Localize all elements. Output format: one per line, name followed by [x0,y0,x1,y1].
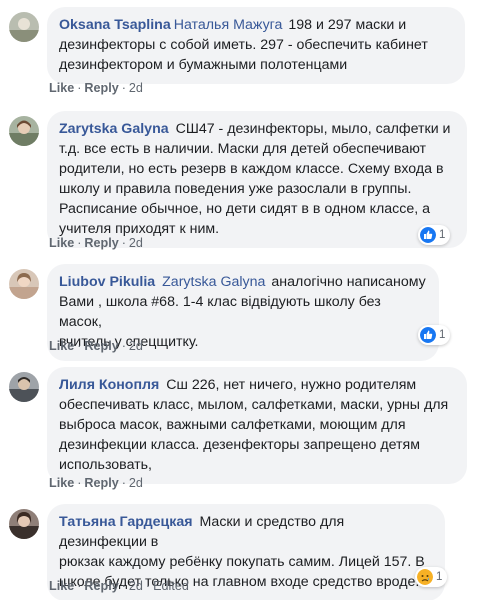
comment-text: Zarytska Galyna СШ47 - дезинфекторы, мыл… [59,119,455,239]
comment-author[interactable]: Татьяна Гардецкая [59,514,193,530]
like-button[interactable]: Like [49,579,74,593]
reaction-count: 1 [439,229,446,241]
comment-line: рюкзак каждому ребёнку покупать самим. Л… [59,554,425,570]
comment-line: выброса масок, важными салфетками, моющи… [59,417,406,433]
like-reaction-icon [420,327,436,343]
comment-author[interactable]: Oksana Tsaplina [59,17,171,33]
comment-timestamp[interactable]: 2d [129,236,143,250]
like-button[interactable]: Like [49,476,74,490]
reaction-badge[interactable]: 1 [418,325,451,345]
separator: · [121,81,126,95]
comment-timestamp[interactable]: 2d [129,579,143,593]
comment-line: обеспечивать класс, мылом, салфетками, м… [59,397,449,413]
comment-author[interactable]: Zarytska Galyna [59,121,169,137]
reaction-count: 1 [439,329,446,341]
separator: · [77,81,82,95]
separator: · [77,339,82,353]
comment-actions: Like · Reply · 2d [49,338,143,354]
reply-button[interactable]: Reply [84,236,118,250]
reaction-badge[interactable]: 1 [418,225,451,245]
comment-line: родители, но есть резерв в каждом классе… [59,161,444,177]
comment-actions: Like · Reply · 2d [49,80,143,96]
comment-timestamp[interactable]: 2d [129,339,143,353]
comment-author[interactable]: Liubov Pikulia [59,274,155,290]
reaction-badge[interactable]: 1 [415,567,448,587]
comment-line: дезинфекторы с собой иметь. 297 - обеспе… [59,37,428,53]
separator: · [145,579,151,593]
reply-button[interactable]: Reply [84,339,118,353]
avatar[interactable] [9,509,39,539]
comment-line: дезинфектором и бумажными полотенцами [59,57,348,73]
comment-bubble: Zarytska Galyna СШ47 - дезинфекторы, мыл… [47,111,467,248]
comment-actions: Like · Reply · 2d [49,475,143,491]
comment-text: Лиля Конопля Сш 226, нет ничего, нужно р… [59,375,455,475]
comment-line: 198 и 297 маски и [288,17,407,33]
reply-button[interactable]: Reply [84,476,118,490]
comment-actions: Like · Reply · 2d [49,235,143,251]
reaction-count: 1 [436,571,443,583]
avatar[interactable] [9,269,39,299]
comment-line: Вами , школа #68. 1-4 клас відвідують шк… [59,294,381,330]
comment-text: Oksana Tsaplina Наталья Мажуга 198 и 297 … [59,15,453,75]
comment-mention[interactable]: Наталья Мажуга [174,17,283,33]
reply-button[interactable]: Reply [84,81,118,95]
like-reaction-icon [420,227,436,243]
comment-bubble: Лиля Конопля Сш 226, нет ничего, нужно р… [47,367,467,484]
like-button[interactable]: Like [49,339,74,353]
comment-line: СШ47 - дезинфекторы, мыло, салфетки и [175,121,451,137]
separator: · [121,236,126,250]
comment-line: Сш 226, нет ничего, нужно родителям [166,377,417,393]
comment-timestamp[interactable]: 2d [129,476,143,490]
like-button[interactable]: Like [49,236,74,250]
like-button[interactable]: Like [49,81,74,95]
edited-label[interactable]: Edited [153,579,189,593]
comment-line: т.д. все есть в наличии. Маски для детей… [59,141,427,157]
comment-line: аналогічно написаному [271,274,426,290]
separator: · [121,476,126,490]
comment-author[interactable]: Лиля Конопля [59,377,159,393]
sad-reaction-icon [417,569,433,585]
comment-line: Расписание обычное, но дети сидят в в од… [59,201,431,217]
separator: · [121,339,126,353]
avatar[interactable] [9,116,39,146]
comment-actions: Like · Reply · 2d · Edited [49,578,189,594]
comment-line: использовать, [59,457,152,473]
separator: · [77,579,82,593]
separator: · [77,236,82,250]
separator: · [77,476,82,490]
avatar[interactable] [9,372,39,402]
separator: · [121,579,126,593]
avatar[interactable] [9,12,39,42]
comment-line: дезинфекции класса. дезенфекторы запреще… [59,437,420,453]
comment-line: школу и правила поведения уже разослали … [59,181,412,197]
comment-timestamp[interactable]: 2d [129,81,143,95]
comment-mention[interactable]: Zarytska Galyna [162,274,265,290]
comment-bubble: Oksana Tsaplina Наталья Мажуга 198 и 297 … [47,7,465,84]
reply-button[interactable]: Reply [84,579,118,593]
